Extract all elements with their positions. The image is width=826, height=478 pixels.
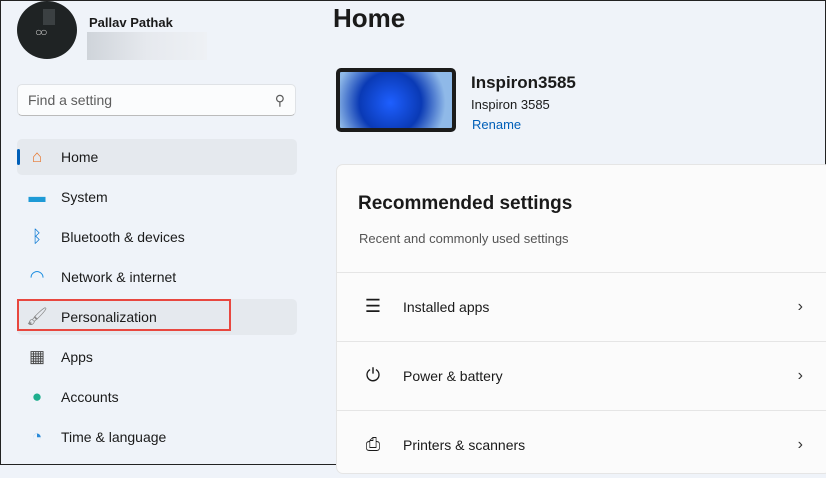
selected-indicator — [17, 149, 20, 165]
recommended-subtitle: Recent and commonly used settings — [359, 231, 569, 246]
sidebar-item-label: Time & language — [61, 429, 167, 445]
home-icon: ⌂ — [31, 147, 43, 166]
sidebar-item-system[interactable]: ▬ System — [17, 179, 297, 215]
installed-apps-icon: ☰ — [364, 296, 382, 316]
sidebar-item-label: Home — [61, 149, 99, 165]
chevron-right-icon: › — [797, 366, 803, 384]
page-title: Home — [333, 3, 406, 33]
email-redacted — [87, 32, 207, 60]
chevron-right-icon: › — [797, 435, 803, 453]
sidebar-item-apps[interactable]: ▦ Apps — [17, 339, 297, 375]
sidebar-item-label: System — [61, 189, 108, 205]
recommended-item[interactable]: ☰ Installed apps › — [337, 272, 826, 340]
search-input[interactable]: Find a setting ⚲ — [17, 84, 296, 116]
time-language-icon: ◔ — [31, 427, 43, 446]
recommended-item-label: Power & battery — [403, 367, 503, 384]
recommended-item-label: Printers & scanners — [403, 436, 526, 453]
apps-icon: ▦ — [28, 347, 46, 366]
sidebar-item-network-internet[interactable]: ◠ Network & internet — [17, 259, 297, 295]
search-icon[interactable]: ⚲ — [275, 92, 285, 109]
glasses-icon: ○○ — [35, 25, 47, 39]
accounts-icon: ● — [31, 387, 43, 406]
recommended-item[interactable]: ⎙ Printers & scanners › — [337, 410, 826, 478]
sidebar-item-label: Bluetooth & devices — [61, 229, 185, 245]
wifi-icon: ◠ — [29, 267, 45, 286]
system-icon: ▬ — [28, 187, 46, 206]
chevron-right-icon: › — [797, 297, 803, 315]
device-name: Inspiron3585 — [471, 73, 576, 92]
sidebar-item-accounts[interactable]: ● Accounts — [17, 379, 297, 415]
sidebar-item-label: Accounts — [61, 389, 119, 405]
highlight-box — [17, 299, 231, 331]
device-model: Inspiron 3585 — [471, 97, 550, 112]
rename-link[interactable]: Rename — [472, 117, 521, 132]
recommended-title: Recommended settings — [358, 193, 573, 214]
device-image — [336, 68, 456, 132]
power-icon: ⏻ — [365, 365, 381, 385]
search-placeholder: Find a setting — [28, 92, 113, 108]
recommended-item[interactable]: ⏻ Power & battery › — [337, 341, 826, 409]
sidebar-item-label: Network & internet — [61, 269, 177, 285]
sidebar-item-home[interactable]: ⌂ Home — [17, 139, 297, 175]
printer-icon: ⎙ — [365, 434, 381, 454]
avatar[interactable]: ○○ — [17, 1, 77, 59]
sidebar-item-bluetooth-devices[interactable]: ᛒ Bluetooth & devices — [17, 219, 297, 255]
recommended-item-label: Installed apps — [403, 298, 490, 315]
sidebar-item-time-language[interactable]: ◔ Time & language — [17, 419, 297, 455]
user-name: Pallav Pathak — [89, 15, 173, 30]
bluetooth-icon: ᛒ — [31, 227, 43, 246]
sidebar-item-label: Apps — [61, 349, 93, 365]
